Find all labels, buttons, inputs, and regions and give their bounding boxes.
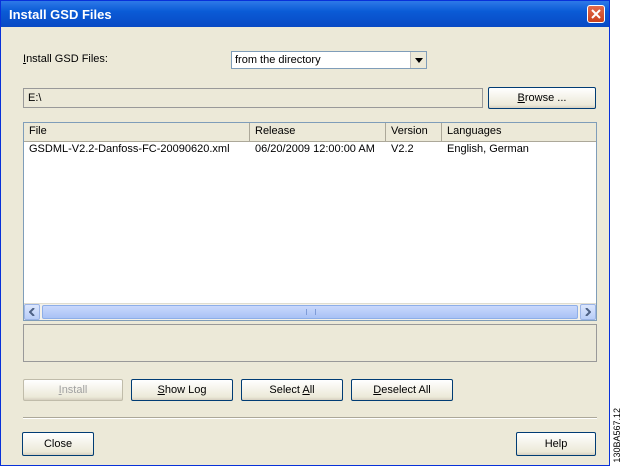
scroll-grip-icon [306,309,316,315]
scrollbar-thumb[interactable] [42,305,578,319]
chevron-right-icon [585,308,591,316]
close-icon [591,9,601,19]
title-bar[interactable]: Install GSD Files [1,1,609,27]
select-all-button[interactable]: Select All [241,379,343,401]
column-header-file[interactable]: File [24,123,250,141]
close-window-button[interactable] [587,5,605,23]
install-gsd-dialog: Install GSD Files Install GSD Files: fro… [0,0,610,466]
close-button[interactable]: Close [22,432,94,456]
install-source-value: from the directory [235,54,321,66]
chevron-down-icon [415,58,423,63]
column-header-release[interactable]: Release [250,123,386,141]
window-title: Install GSD Files [9,7,112,22]
footer-divider [23,417,597,419]
install-source-label: Install GSD Files: [23,53,108,65]
column-header-version[interactable]: Version [386,123,442,141]
dropdown-arrow-button[interactable] [410,52,426,68]
directory-path-field[interactable]: E:\ [23,88,483,108]
log-output-box [23,324,597,362]
table-row[interactable]: GSDML-V2.2-Danfoss-FC-20090620.xml 06/20… [24,142,596,158]
row-release: 06/20/2009 12:00:00 AM [255,143,375,155]
help-button[interactable]: Help [516,432,596,456]
row-file: GSDML-V2.2-Danfoss-FC-20090620.xml [29,143,230,155]
figure-id-label: 130BA567.12 [612,408,622,463]
scroll-right-button[interactable] [580,304,596,320]
column-header-languages[interactable]: Languages [442,123,596,141]
scroll-left-button[interactable] [24,304,40,320]
chevron-left-icon [29,308,35,316]
horizontal-scrollbar[interactable] [24,303,596,320]
list-header: File Release Version Languages [24,123,596,142]
row-languages: English, German [447,143,529,155]
install-button[interactable]: Install [23,379,123,401]
deselect-all-button[interactable]: Deselect All [351,379,453,401]
browse-button[interactable]: Browse ... [488,87,596,109]
gsd-file-list[interactable]: File Release Version Languages GSDML-V2.… [23,122,597,321]
row-version: V2.2 [391,143,414,155]
show-log-button[interactable]: Show Log [131,379,233,401]
install-source-dropdown[interactable]: from the directory [231,51,427,69]
directory-path-value: E:\ [28,92,42,104]
